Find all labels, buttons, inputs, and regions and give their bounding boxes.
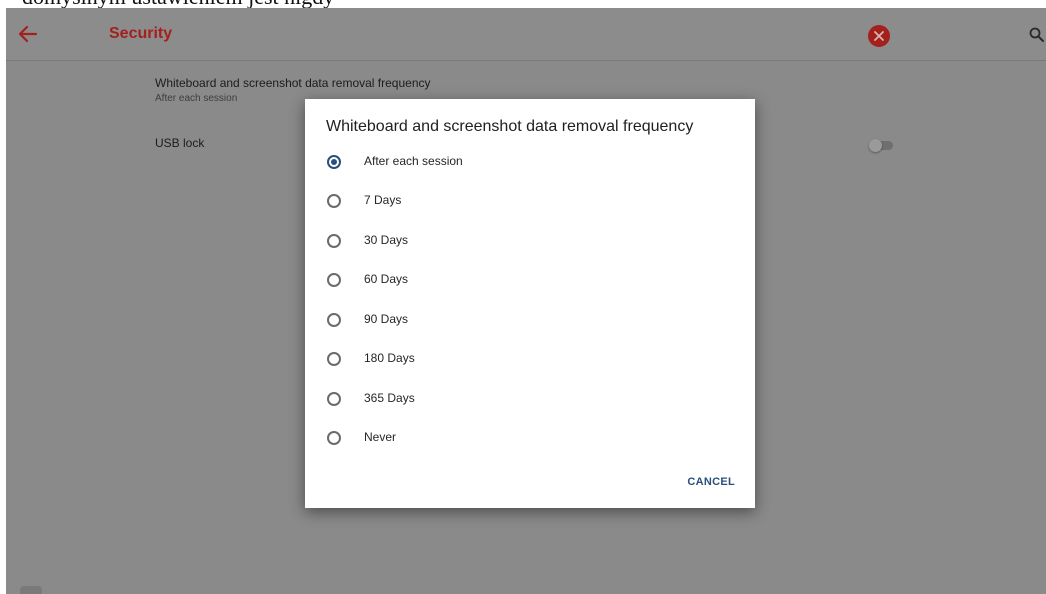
option-label: 30 Days [364,233,409,247]
dialog-title: Whiteboard and screenshot data removal f… [326,118,694,135]
search-icon[interactable] [1028,26,1046,44]
option-label: 365 Days [364,391,415,405]
radio-unchecked-icon[interactable] [327,392,341,406]
radio-unchecked-icon[interactable] [327,431,341,445]
page-title: Security [109,25,173,42]
radio-unchecked-icon[interactable] [327,313,341,327]
option-label: 180 Days [364,351,415,365]
removal-frequency-dialog: Whiteboard and screenshot data removal f… [305,99,755,508]
home-indicator [20,586,42,594]
radio-unchecked-icon[interactable] [327,234,341,248]
option-180-days[interactable]: 180 Days [327,349,727,373]
option-60-days[interactable]: 60 Days [327,270,727,294]
option-30-days[interactable]: 30 Days [327,231,727,255]
radio-unchecked-icon[interactable] [327,273,341,287]
toggle-thumb [869,139,882,152]
option-never[interactable]: Never [327,428,727,452]
option-label: 60 Days [364,272,409,286]
option-after-each-session[interactable]: After each session [327,152,727,176]
radio-unchecked-icon[interactable] [327,194,341,208]
option-label: Never [364,430,397,444]
option-label: 7 Days [364,193,402,207]
option-90-days[interactable]: 90 Days [327,310,727,334]
option-label: 90 Days [364,312,409,326]
setting-title: Whiteboard and screenshot data removal f… [155,76,431,90]
arrow-left-icon[interactable] [14,20,42,48]
setting-title: USB lock [155,136,205,150]
radio-checked-icon[interactable] [327,155,341,169]
setting-usb-lock[interactable]: USB lock [155,136,204,150]
option-label: After each session [364,154,463,168]
option-365-days[interactable]: 365 Days [327,389,727,413]
page-caption: domyślnym ustawieniem jest nigdy [22,0,334,8]
app-bar: Security [6,8,1046,61]
cancel-button[interactable]: CANCEL [687,476,735,488]
radio-unchecked-icon[interactable] [327,352,341,366]
close-circle-icon[interactable] [868,25,890,47]
usb-lock-toggle[interactable] [869,139,895,152]
option-7-days[interactable]: 7 Days [327,191,727,215]
